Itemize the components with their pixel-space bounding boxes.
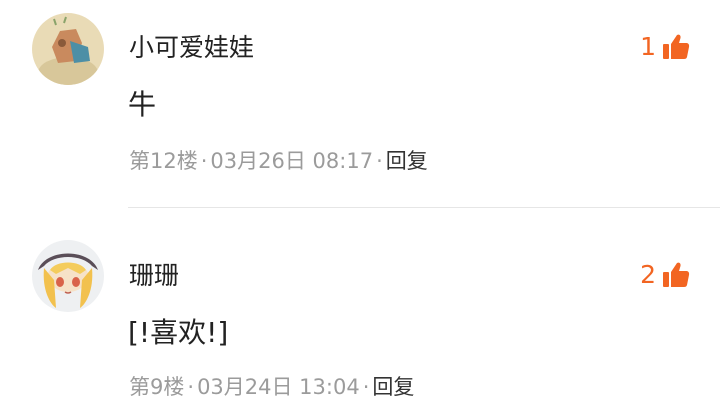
comment-content: 牛 <box>128 88 157 121</box>
comment-item: 珊珊 2 [!喜欢!] 第9楼 · 03月24日 13:04 · 回复 <box>0 208 720 418</box>
like-count: 1 <box>640 32 656 61</box>
thumbs-up-icon <box>662 261 690 289</box>
avatar[interactable] <box>32 240 104 312</box>
meta-separator: · <box>200 149 208 173</box>
comment-content: [!喜欢!] <box>128 316 229 349</box>
avatar[interactable] <box>32 13 104 85</box>
thumbs-up-icon <box>662 33 690 61</box>
like-count: 2 <box>640 260 656 289</box>
reply-button[interactable]: 回复 <box>386 148 428 174</box>
avatar-image <box>32 240 104 312</box>
meta-separator: · <box>376 149 383 173</box>
timestamp: 03月24日 13:04 <box>197 375 360 399</box>
timestamp: 03月26日 08:17 <box>210 149 374 173</box>
avatar-image <box>32 13 104 85</box>
comment-meta: 第9楼 · 03月24日 13:04 · 回复 <box>129 374 414 400</box>
like-button[interactable]: 1 <box>640 31 690 63</box>
comment-meta: 第12楼 · 03月26日 08:17 · 回复 <box>129 148 428 174</box>
reply-button[interactable]: 回复 <box>372 374 414 400</box>
username[interactable]: 小可爱娃娃 <box>129 33 254 63</box>
meta-separator: · <box>362 375 370 399</box>
floor-label: 第9楼 <box>129 375 185 399</box>
comment-item: 小可爱娃娃 1 牛 第12楼 · 03月26日 08:17 · 回复 <box>0 0 720 208</box>
floor-label: 第12楼 <box>129 149 198 173</box>
username[interactable]: 珊珊 <box>129 261 179 291</box>
like-button[interactable]: 2 <box>640 259 690 291</box>
meta-separator: · <box>187 375 195 399</box>
